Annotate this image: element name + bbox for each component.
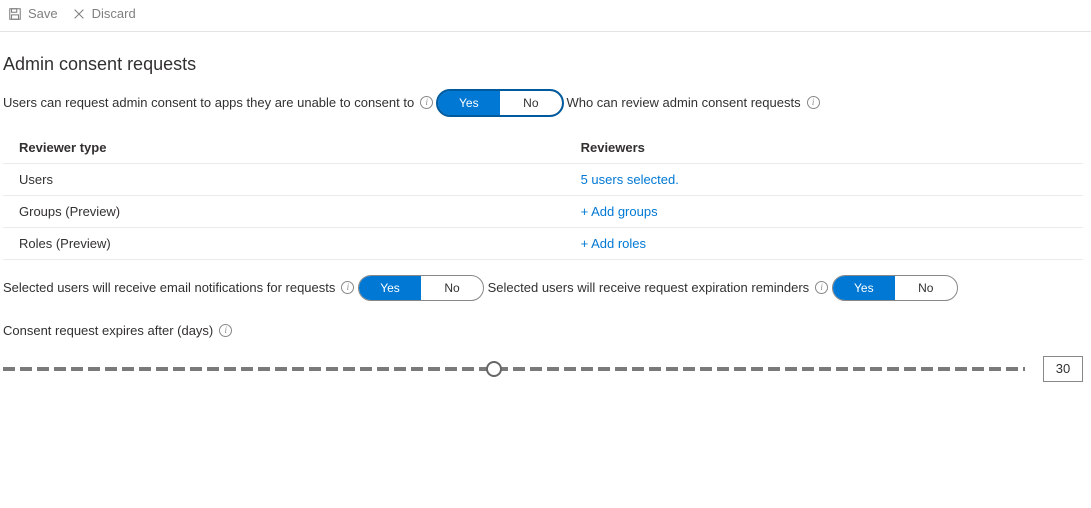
info-icon[interactable]: i [219,324,232,337]
table-row: Roles (Preview) + Add roles [3,228,1083,260]
toggle-no[interactable]: No [500,91,562,115]
slider-track [3,367,1025,371]
save-icon [8,7,22,21]
info-icon[interactable]: i [341,281,354,294]
request-consent-label: Users can request admin consent to apps … [3,95,433,110]
info-icon[interactable]: i [815,281,828,294]
toggle-no[interactable]: No [895,276,957,300]
reminder-label: Selected users will receive request expi… [488,280,829,295]
discard-label: Discard [92,6,136,21]
slider-thumb[interactable] [486,361,502,377]
table-row: Groups (Preview) + Add groups [3,196,1083,228]
review-label: Who can review admin consent requests i [566,95,819,110]
toggle-yes[interactable]: Yes [833,276,895,300]
reviewer-type: Roles (Preview) [3,228,565,260]
page-title: Admin consent requests [3,54,1083,75]
save-label: Save [28,6,58,21]
toggle-yes[interactable]: Yes [359,276,421,300]
reviewers-table: Reviewer type Reviewers Users 5 users se… [3,132,1083,260]
info-icon[interactable]: i [420,96,433,109]
reviewer-type: Users [3,164,565,196]
reviewers-link[interactable]: 5 users selected. [581,172,679,187]
col-reviewers: Reviewers [565,132,1083,164]
expires-label: Consent request expires after (days) i [3,323,232,338]
slider-value[interactable]: 30 [1043,356,1083,382]
slider-row: 30 [3,356,1083,382]
close-icon [72,7,86,21]
save-button[interactable]: Save [8,6,58,21]
request-consent-toggle[interactable]: Yes No [437,90,563,116]
add-groups-link[interactable]: + Add groups [581,204,658,219]
info-icon[interactable]: i [807,96,820,109]
reminder-toggle[interactable]: Yes No [832,275,958,301]
days-slider[interactable] [3,359,1025,379]
col-reviewer-type: Reviewer type [3,132,565,164]
toggle-no[interactable]: No [421,276,483,300]
table-row: Users 5 users selected. [3,164,1083,196]
email-notif-toggle[interactable]: Yes No [358,275,484,301]
reviewer-type: Groups (Preview) [3,196,565,228]
email-notif-label: Selected users will receive email notifi… [3,280,354,295]
content: Admin consent requests Users can request… [0,32,1091,392]
toolbar: Save Discard [0,0,1091,32]
add-roles-link[interactable]: + Add roles [581,236,646,251]
toggle-yes[interactable]: Yes [438,91,500,115]
discard-button[interactable]: Discard [72,6,136,21]
